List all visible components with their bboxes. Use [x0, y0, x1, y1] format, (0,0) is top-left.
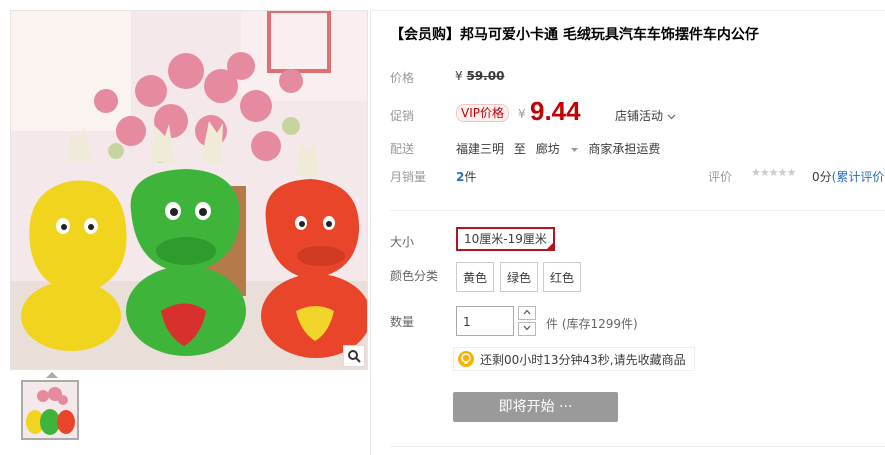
bottom-divider: [390, 446, 885, 447]
color-option-yellow[interactable]: 黄色: [456, 262, 495, 292]
ship-to: 廊坊: [535, 142, 560, 156]
product-title: 【会员购】邦马可爱小卡通 毛绒玩具汽车车饰摆件车内公仔: [390, 27, 759, 43]
plush-dragons-photo: [11, 11, 367, 369]
main-product-image[interactable]: [10, 10, 368, 370]
size-option-selected[interactable]: 10厘米-19厘米: [456, 227, 555, 251]
promo-price: 9.44: [530, 96, 581, 126]
color-label: 颜色分类: [390, 269, 439, 283]
original-price: ¥ 59.00: [455, 69, 504, 83]
rating-text[interactable]: 0分(累计评价0: [812, 168, 885, 185]
shipping-label: 配送: [390, 142, 415, 156]
quantity-input[interactable]: 1: [456, 306, 514, 336]
promo-label: 促销: [390, 109, 415, 123]
countdown-text: 还剩00小时13分钟43秒,请先收藏商品: [480, 352, 686, 367]
selected-check-icon: [545, 242, 554, 250]
color-option-label: 红色: [550, 271, 575, 285]
color-option-green[interactable]: 绿色: [500, 262, 539, 292]
rating-score: 0分: [812, 170, 832, 184]
rating-count-link[interactable]: (累计评价0: [832, 170, 885, 184]
chevron-up-icon: [523, 309, 531, 315]
chevron-down-icon: [667, 114, 676, 120]
lightbulb-icon: [458, 351, 474, 367]
section-divider: [390, 210, 885, 211]
store-activity-dropdown[interactable]: 店铺活动: [615, 107, 676, 124]
color-option-red[interactable]: 红色: [543, 262, 582, 292]
shipping-info: 福建三明 至 廊坊 商家承担运费: [456, 140, 666, 157]
original-price-value: 59.00: [466, 69, 505, 83]
coming-soon-button[interactable]: 即将开始 ···: [453, 392, 618, 422]
countdown-tip: 还剩00小时13分钟43秒,请先收藏商品: [453, 347, 695, 371]
price-label: 价格: [390, 71, 415, 85]
quantity-decrease-button[interactable]: [518, 322, 536, 336]
rating-label: 评价: [708, 170, 733, 184]
ship-from: 福建三明: [456, 142, 505, 156]
store-activity-label: 店铺活动: [615, 109, 664, 123]
sales-label: 月销量: [390, 170, 427, 184]
thumbnail-image[interactable]: [21, 380, 79, 440]
stock-info: 件 (库存1299件): [546, 317, 638, 331]
sales-unit: 件: [464, 170, 477, 184]
vip-price-badge: VIP价格: [456, 104, 509, 122]
zoom-icon[interactable]: [343, 345, 365, 367]
ship-to-word: 至: [513, 142, 526, 156]
ship-fee: 商家承担运费: [588, 142, 661, 156]
size-option-label: 10厘米-19厘米: [464, 232, 547, 246]
currency-symbol: ¥: [455, 69, 463, 83]
thumbnail-list: [10, 372, 368, 455]
top-divider: [372, 10, 885, 11]
color-option-label: 黄色: [463, 271, 488, 285]
monthly-sales: 2件: [456, 168, 476, 185]
star-rating-icon: ★★★★★: [751, 166, 796, 179]
promo-currency-symbol: ¥: [518, 107, 526, 121]
color-option-label: 绿色: [507, 271, 532, 285]
chevron-down-icon: [523, 325, 531, 331]
quantity-label: 数量: [390, 315, 415, 329]
caret-down-icon: [570, 148, 578, 152]
size-label: 大小: [390, 235, 415, 249]
quantity-increase-button[interactable]: [518, 306, 536, 320]
column-divider: [370, 10, 371, 455]
thumbnail-pointer: [46, 372, 58, 378]
ship-to-selector[interactable]: 廊坊: [536, 142, 579, 156]
